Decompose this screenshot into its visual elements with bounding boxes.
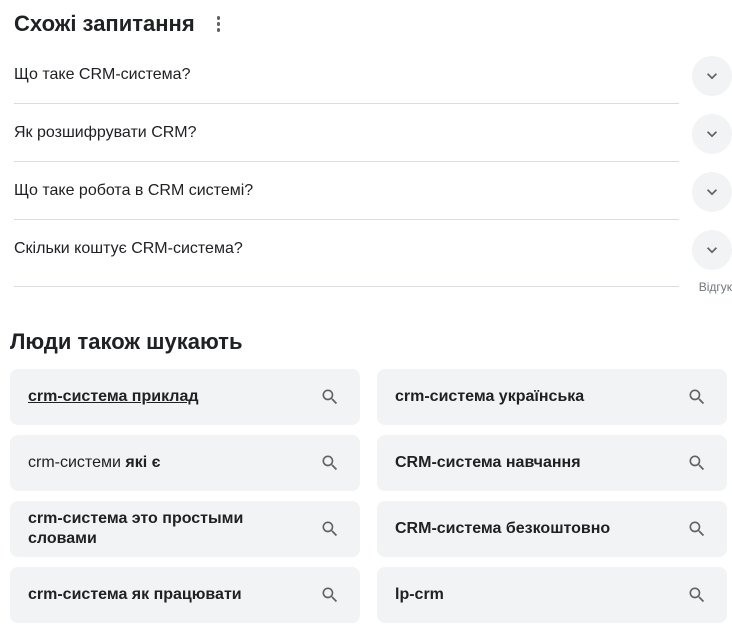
related-search-chip[interactable]: crm-система приклад xyxy=(10,369,360,425)
related-search-chip[interactable]: crm-системи які є xyxy=(10,435,360,491)
related-search-chip[interactable]: crm-система это простыми словами xyxy=(10,501,360,557)
paa-question: Що таке CRM-система? xyxy=(14,66,191,83)
chip-text: CRM-система навчання xyxy=(395,454,581,471)
chip-text: crm-система українська xyxy=(395,388,585,405)
chip-text: CRM-система безкоштовно xyxy=(395,520,611,537)
search-icon xyxy=(322,455,338,471)
chip-text: lp-crm xyxy=(395,586,444,603)
chevron-down-icon[interactable] xyxy=(692,172,732,212)
paa-item-4[interactable]: Скільки коштує CRM-система? xyxy=(14,220,732,278)
related-search-chip[interactable]: crm-система як працювати xyxy=(10,567,360,623)
chip-text: crm-система як працювати xyxy=(28,586,242,603)
search-icon xyxy=(689,521,705,537)
search-icon xyxy=(689,389,705,405)
chip-text: crm-система приклад xyxy=(28,388,199,405)
chevron-down-icon[interactable] xyxy=(692,230,732,270)
chevron-down-icon[interactable] xyxy=(692,114,732,154)
pas-grid: crm-система приклад crm-система українсь… xyxy=(10,369,727,623)
paa-item-2[interactable]: Як розшифрувати CRM? xyxy=(14,104,732,162)
paa-question: Що таке робота в CRM системі? xyxy=(14,182,254,199)
feedback-link[interactable]: Відгук xyxy=(692,280,732,294)
chip-text: crm-система это простыми словами xyxy=(28,510,244,547)
search-icon xyxy=(322,389,338,405)
paa-item-1[interactable]: Що таке CRM-система? xyxy=(14,46,732,104)
search-icon xyxy=(689,455,705,471)
paa-list: Що таке CRM-система? Як розшифрувати CRM… xyxy=(14,46,732,278)
search-icon xyxy=(689,587,705,603)
related-search-chip[interactable]: crm-система українська xyxy=(377,369,727,425)
more-vert-icon[interactable] xyxy=(209,10,229,38)
pas-title: Люди також шукають xyxy=(10,329,243,354)
paa-header: Схожі запитання xyxy=(14,9,229,39)
chip-text: crm-системи які є xyxy=(28,454,161,471)
search-icon xyxy=(322,521,338,537)
paa-title: Схожі запитання xyxy=(14,11,195,36)
paa-item-3[interactable]: Що таке робота в CRM системі? xyxy=(14,162,732,220)
related-search-chip[interactable]: CRM-система безкоштовно xyxy=(377,501,727,557)
paa-question: Скільки коштує CRM-система? xyxy=(14,240,243,257)
search-icon xyxy=(322,587,338,603)
chevron-down-icon[interactable] xyxy=(692,56,732,96)
paa-bottom-divider xyxy=(14,286,679,287)
paa-question: Як розшифрувати CRM? xyxy=(14,124,197,141)
related-search-chip[interactable]: CRM-система навчання xyxy=(377,435,727,491)
related-search-chip[interactable]: lp-crm xyxy=(377,567,727,623)
